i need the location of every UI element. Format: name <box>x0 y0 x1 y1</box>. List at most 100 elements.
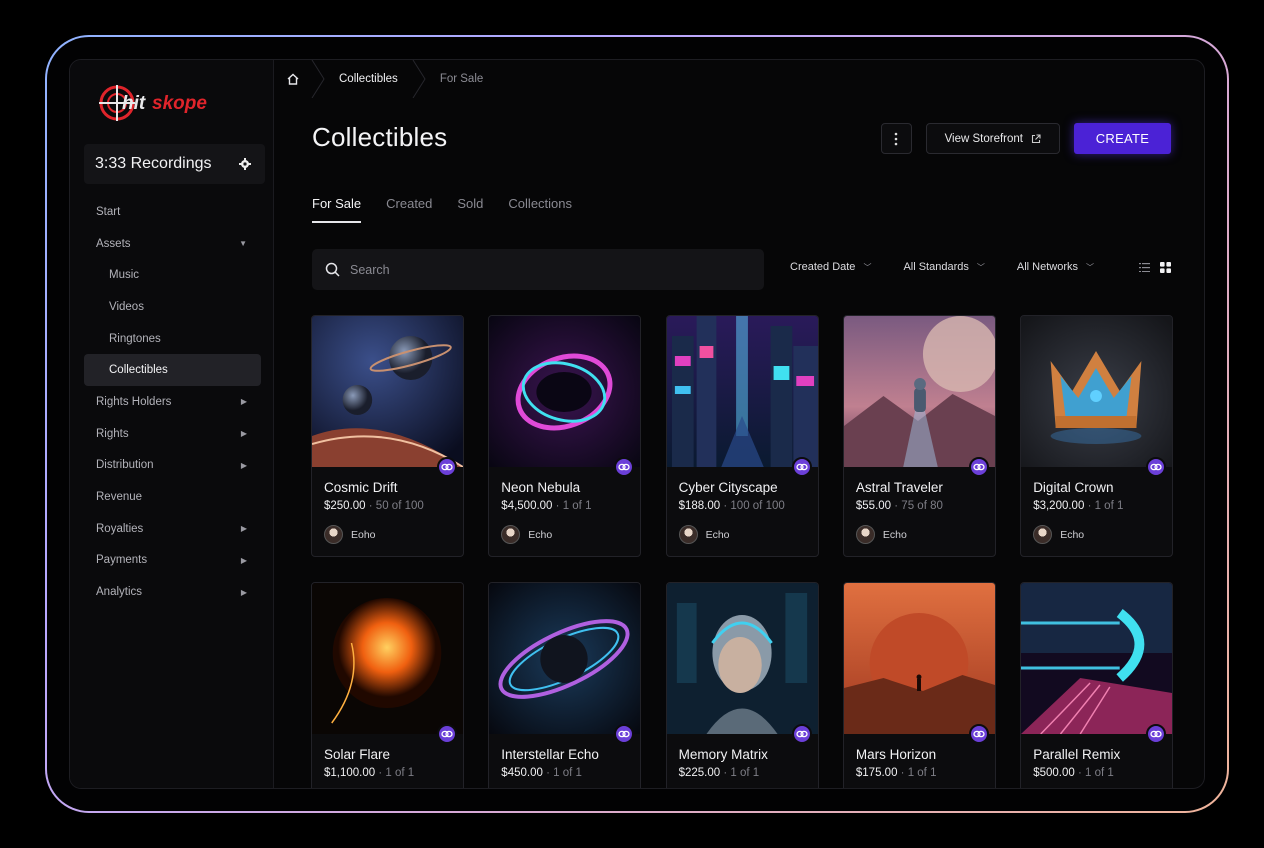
card-price: $225.00 · 1 of 1 <box>678 767 760 779</box>
collectible-card[interactable]: Cosmic Drift $250.00 · 50 of 100 Eoho <box>311 315 464 557</box>
card-title: Digital Crown <box>1033 480 1114 495</box>
memory-matrix-artwork <box>666 583 818 734</box>
sidebar-item-music[interactable]: Music <box>84 259 261 291</box>
sidebar-item-assets[interactable]: Assets ▼ <box>84 228 261 260</box>
card-title: Memory Matrix <box>678 747 768 762</box>
tab-collections[interactable]: Collections <box>508 196 572 223</box>
chain-badge-icon <box>791 724 812 744</box>
sidebar-item-distribution[interactable]: Distribution ▶ <box>84 450 261 482</box>
collectible-card[interactable]: Memory Matrix $225.00 · 1 of 1 <box>665 582 819 788</box>
interstellar-echo-artwork <box>489 583 641 734</box>
view-storefront-button[interactable]: View Storefront <box>925 123 1060 154</box>
breadcrumb-for-sale: For Sale <box>439 73 484 85</box>
mars-horizon-artwork <box>843 583 995 734</box>
more-vertical-icon <box>894 132 898 145</box>
chain-badge-icon <box>437 724 457 744</box>
header-actions: View Storefront CREATE <box>880 123 1171 154</box>
sidebar-nav: Start Assets ▼ Music Videos Ringtones Col… <box>84 196 261 608</box>
workspace-switcher[interactable]: 3:33 Recordings <box>84 144 265 184</box>
card-owner[interactable]: Echo <box>678 525 730 544</box>
collectible-card[interactable]: Neon Nebula $4,500.00 · 1 of 1 Echo <box>488 315 642 557</box>
cyber-cityscape-artwork <box>666 316 818 467</box>
sidebar-item-rights-holders[interactable]: Rights Holders ▶ <box>84 386 261 418</box>
collectibles-grid: Cosmic Drift $250.00 · 50 of 100 Eoho Ne… <box>311 315 1174 788</box>
breadcrumb: Collectibles For Sale <box>275 60 497 98</box>
sidebar-item-payments[interactable]: Payments ▶ <box>84 545 261 577</box>
svg-text:skope: skope <box>152 93 207 114</box>
sidebar-item-royalties[interactable]: Royalties ▶ <box>84 513 261 545</box>
card-price: $55.00 · 75 of 80 <box>855 500 943 512</box>
hitskope-logo[interactable]: hit skope <box>92 82 252 122</box>
caret-right-icon: ▶ <box>240 555 247 565</box>
app-window: hit skope 3:33 Recordings Start Assets ▼ … <box>69 59 1205 789</box>
gear-icon[interactable] <box>239 158 251 170</box>
grid-view-icon[interactable] <box>1160 262 1171 273</box>
list-view-icon[interactable] <box>1139 263 1150 272</box>
collectible-card[interactable]: Parallel Remix $500.00 · 1 of 1 <box>1020 582 1174 788</box>
sidebar: hit skope 3:33 Recordings Start Assets ▼ … <box>70 60 274 788</box>
solar-flare-artwork <box>312 583 463 734</box>
avatar <box>855 525 875 544</box>
networks-dropdown[interactable]: All Networks ﹀ <box>1017 261 1094 273</box>
chain-badge-icon <box>614 724 635 744</box>
card-owner[interactable]: Eoho <box>324 525 376 544</box>
standards-dropdown[interactable]: All Standards ﹀ <box>903 261 984 273</box>
card-owner[interactable]: Echo <box>501 525 552 544</box>
card-price: $1,100.00 · 1 of 1 <box>324 767 415 779</box>
collectible-card[interactable]: Cyber Cityscape $188.00 · 100 of 100 Ech… <box>665 315 819 557</box>
breadcrumb-separator <box>412 60 426 98</box>
tab-for-sale[interactable]: For Sale <box>312 196 362 223</box>
view-toggle <box>1139 262 1171 273</box>
tab-sold[interactable]: Sold <box>457 196 483 223</box>
card-price: $250.00 · 50 of 100 <box>324 500 424 512</box>
card-title: Parallel Remix <box>1033 747 1121 762</box>
card-title: Astral Traveler <box>855 480 943 495</box>
card-title: Cosmic Drift <box>324 480 398 495</box>
tab-bar: For Sale Created Sold Collections <box>312 196 572 223</box>
digital-crown-artwork <box>1021 316 1173 467</box>
chevron-down-icon: ﹀ <box>976 262 985 272</box>
sidebar-item-revenue[interactable]: Revenue <box>84 481 261 513</box>
card-owner[interactable]: Echo <box>855 525 907 544</box>
caret-right-icon: ▶ <box>240 524 247 534</box>
caret-right-icon: ▶ <box>240 587 247 597</box>
chevron-down-icon: ﹀ <box>1086 262 1094 272</box>
collectible-card[interactable]: Interstellar Echo $450.00 · 1 of 1 <box>488 582 642 788</box>
avatar <box>501 525 521 544</box>
card-price: $3,200.00 · 1 of 1 <box>1033 500 1124 512</box>
sort-dropdown[interactable]: Created Date ﹀ <box>790 261 871 273</box>
astral-traveler-artwork <box>843 316 995 467</box>
home-icon[interactable] <box>275 60 311 98</box>
create-button[interactable]: CREATE <box>1074 123 1171 154</box>
sidebar-item-ringtones[interactable]: Ringtones <box>84 323 261 355</box>
breadcrumb-separator <box>311 60 325 98</box>
search-icon <box>325 262 340 277</box>
chain-badge-icon <box>437 457 457 477</box>
collectible-card[interactable]: Digital Crown $3,200.00 · 1 of 1 Echo <box>1020 315 1174 557</box>
collectible-card[interactable]: Astral Traveler $55.00 · 75 of 80 Echo <box>842 315 996 557</box>
search-input[interactable] <box>350 262 730 277</box>
chain-badge-icon <box>1146 724 1167 744</box>
sidebar-item-rights[interactable]: Rights ▶ <box>84 418 261 450</box>
collectible-card[interactable]: Mars Horizon $175.00 · 1 of 1 <box>842 582 996 788</box>
card-title: Mars Horizon <box>855 747 937 762</box>
sidebar-item-start[interactable]: Start <box>84 196 261 228</box>
main-content: Collectibles For Sale Collectibles View … <box>275 60 1204 788</box>
neon-nebula-artwork <box>489 316 641 467</box>
collectible-card[interactable]: Solar Flare $1,100.00 · 1 of 1 <box>311 582 464 788</box>
breadcrumb-collectibles[interactable]: Collectibles <box>325 73 412 85</box>
sidebar-item-collectibles[interactable]: Collectibles <box>84 354 261 387</box>
chain-badge-icon <box>968 457 989 477</box>
more-options-button[interactable] <box>880 123 912 154</box>
sidebar-item-analytics[interactable]: Analytics ▶ <box>84 576 261 608</box>
svg-text:hit: hit <box>122 93 146 114</box>
chain-badge-icon <box>614 457 635 477</box>
sidebar-item-videos[interactable]: Videos <box>84 291 261 323</box>
chain-badge-icon <box>1146 457 1167 477</box>
avatar <box>678 525 698 544</box>
card-title: Cyber Cityscape <box>678 480 778 495</box>
card-price: $188.00 · 100 of 100 <box>678 500 785 512</box>
card-owner[interactable]: Echo <box>1033 525 1084 544</box>
tab-created[interactable]: Created <box>386 196 432 223</box>
chevron-down-icon: ﹀ <box>863 262 872 272</box>
